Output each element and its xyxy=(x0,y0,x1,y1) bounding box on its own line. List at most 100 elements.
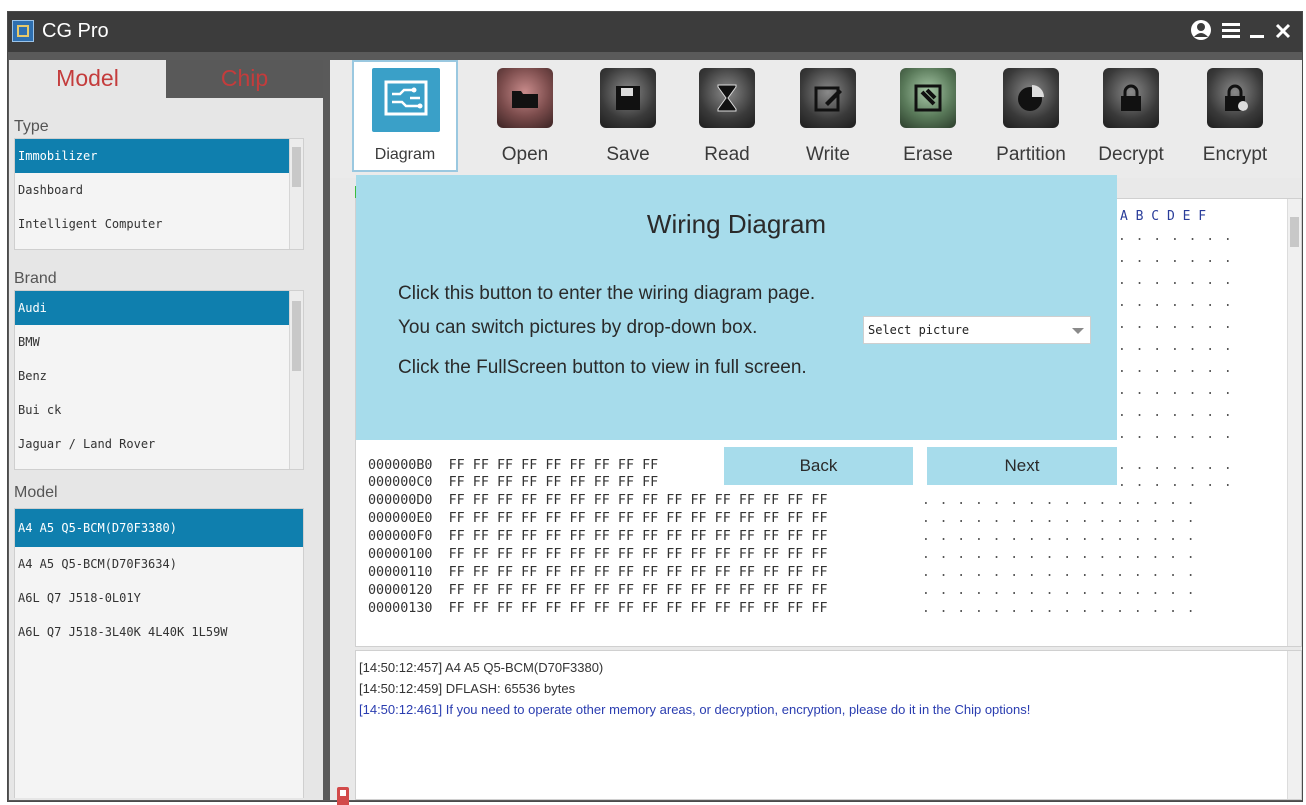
write-label: Write xyxy=(806,144,850,165)
lock-icon xyxy=(1103,68,1159,128)
log-scrollbar[interactable] xyxy=(1287,651,1301,799)
log-line: [14:50:12:457] A4 A5 Q5-BCM(D70F3380) xyxy=(359,660,604,675)
diagram-label: Diagram xyxy=(374,146,436,163)
list-item[interactable]: A4 A5 Q5-BCM(D70F3380) xyxy=(15,509,303,547)
ascii-column: . . . . . . . xyxy=(1118,317,1233,332)
floppy-icon xyxy=(600,68,656,128)
write-button[interactable]: Write xyxy=(783,68,873,178)
encrypt-button[interactable]: Encrypt xyxy=(1190,68,1280,178)
list-item[interactable]: Immobilizer xyxy=(15,139,303,173)
log-line: [14:50:12:459] DFLASH: 65536 bytes xyxy=(359,681,576,696)
eraser-icon xyxy=(900,68,956,128)
list-item[interactable]: Benz xyxy=(15,359,303,393)
hex-row: 000000D0 FF FF FF FF FF FF FF FF FF FF F… xyxy=(368,493,828,508)
open-label: Open xyxy=(501,144,549,165)
toolbar: Diagram Open Save Read Write Erase Parti… xyxy=(330,60,1302,178)
hex-row: 000000C0 FF FF FF FF FF FF FF FF FF xyxy=(368,475,659,490)
picture-select-value: Select picture xyxy=(868,323,970,337)
save-label: Save xyxy=(606,144,650,165)
hex-scrollbar[interactable] xyxy=(1287,199,1301,646)
erase-label: Erase xyxy=(903,144,953,165)
save-button[interactable]: Save xyxy=(583,68,673,178)
hex-row: 000000E0 FF FF FF FF FF FF FF FF FF FF F… xyxy=(368,511,828,526)
model-list: A4 A5 Q5-BCM(D70F3380) A4 A5 Q5-BCM(D70F… xyxy=(14,508,304,798)
picture-select[interactable]: Select picture xyxy=(863,316,1091,344)
hex-row: 00000120 FF FF FF FF FF FF FF FF FF FF F… xyxy=(368,583,828,598)
ascii-column: . . . . . . . xyxy=(1118,383,1233,398)
tab-chip[interactable]: Chip xyxy=(166,60,323,98)
list-item[interactable]: A6L Q7 J518-3L40K 4L40K 1L59W xyxy=(15,615,303,649)
dialog-text: Click the FullScreen button to view in f… xyxy=(398,357,807,378)
diagram-button[interactable]: Diagram xyxy=(352,60,458,172)
close-icon[interactable] xyxy=(1274,19,1292,46)
ascii-column: . . . . . . . xyxy=(1118,251,1233,266)
dialog-title: Wiring Diagram xyxy=(646,209,827,239)
hex-row: 00000110 FF FF FF FF FF FF FF FF FF FF F… xyxy=(368,565,828,580)
hex-row: 000000F0 FF FF FF FF FF FF FF FF FF FF F… xyxy=(368,529,828,544)
decrypt-label: Decrypt xyxy=(1098,144,1164,165)
ascii-column: . . . . . . . xyxy=(1118,427,1233,442)
read-button[interactable]: Read xyxy=(682,68,772,178)
type-scrollbar[interactable] xyxy=(289,139,303,249)
list-item[interactable]: Dashboard xyxy=(15,173,303,207)
log-line: [14:50:12:461] If you need to operate ot… xyxy=(359,702,1031,717)
back-button[interactable]: Back xyxy=(724,447,913,485)
ascii-column: . . . . . . . xyxy=(1118,475,1233,490)
ascii-column: . . . . . . . xyxy=(1118,458,1233,473)
list-item[interactable]: A4 A5 Q5-BCM(D70F3634) xyxy=(15,547,303,581)
brand-label: Brand xyxy=(14,270,57,287)
list-item[interactable]: Bui ck xyxy=(15,393,303,427)
ascii-column: . . . . . . . xyxy=(1118,405,1233,420)
ascii-column: . . . . . . . . . . . . . . . . xyxy=(922,601,1196,616)
list-item[interactable]: Intelligent Computer xyxy=(15,207,303,241)
diagram-icon xyxy=(372,68,440,132)
ascii-column: . . . . . . . . . . . . . . . . xyxy=(922,565,1196,580)
chevron-down-icon xyxy=(1072,328,1084,334)
brand-list: Audi BMW Benz Bui ck Jaguar / Land Rover xyxy=(14,290,304,470)
left-panel: Model Chip Type Immobilizer Dashboard In… xyxy=(9,60,323,800)
hourglass-icon xyxy=(699,68,755,128)
decrypt-button[interactable]: Decrypt xyxy=(1086,68,1176,178)
partition-label: Partition xyxy=(996,144,1066,165)
folder-icon xyxy=(497,68,553,128)
minimize-icon[interactable] xyxy=(1248,19,1266,46)
log-panel: [14:50:12:457] A4 A5 Q5-BCM(D70F3380) [1… xyxy=(355,650,1302,800)
hex-row: 00000100 FF FF FF FF FF FF FF FF FF FF F… xyxy=(368,547,828,562)
list-item[interactable]: Audi xyxy=(15,291,303,325)
app-logo-icon xyxy=(12,20,34,42)
wiring-diagram-dialog: Wiring Diagram Click this button to ente… xyxy=(356,175,1117,440)
open-button[interactable]: Open xyxy=(480,68,570,178)
next-button[interactable]: Next xyxy=(927,447,1117,485)
lock-gear-icon xyxy=(1207,68,1263,128)
ascii-column: . . . . . . . . . . . . . . . . xyxy=(922,511,1196,526)
type-label: Type xyxy=(14,118,49,135)
brand-scrollbar[interactable] xyxy=(289,291,303,469)
usb-status-icon xyxy=(337,787,349,805)
list-item[interactable]: A6L Q7 J518-0L01Y xyxy=(15,581,303,615)
erase-button[interactable]: Erase xyxy=(883,68,973,178)
dialog-text: You can switch pictures by drop-down box… xyxy=(398,317,758,338)
hex-column-header: A B C D E F xyxy=(1120,209,1207,224)
menu-icon[interactable] xyxy=(1220,19,1242,46)
user-icon[interactable] xyxy=(1190,19,1212,46)
pencil-icon xyxy=(800,68,856,128)
encrypt-label: Encrypt xyxy=(1202,144,1268,165)
ascii-column: . . . . . . . xyxy=(1118,229,1233,244)
type-list: Immobilizer Dashboard Intelligent Comput… xyxy=(14,138,304,250)
ascii-column: . . . . . . . xyxy=(1118,361,1233,376)
ascii-column: . . . . . . . xyxy=(1118,339,1233,354)
hex-row: 00000130 FF FF FF FF FF FF FF FF FF FF F… xyxy=(368,601,828,616)
dialog-text: Click this button to enter the wiring di… xyxy=(398,283,816,304)
ascii-column: . . . . . . . . . . . . . . . . xyxy=(922,529,1196,544)
window-title: CG Pro xyxy=(42,20,109,42)
ascii-column: . . . . . . . . . . . . . . . . xyxy=(922,493,1196,508)
partition-button[interactable]: Partition xyxy=(986,68,1076,178)
ascii-column: . . . . . . . . . . . . . . . . xyxy=(922,547,1196,562)
model-label: Model xyxy=(14,484,58,501)
read-label: Read xyxy=(704,144,750,165)
list-item[interactable]: BMW xyxy=(15,325,303,359)
hex-row: 000000B0 FF FF FF FF FF FF FF FF FF xyxy=(368,458,659,473)
tab-model[interactable]: Model xyxy=(9,60,166,98)
list-item[interactable]: Jaguar / Land Rover xyxy=(15,427,303,461)
pie-icon xyxy=(1003,68,1059,128)
